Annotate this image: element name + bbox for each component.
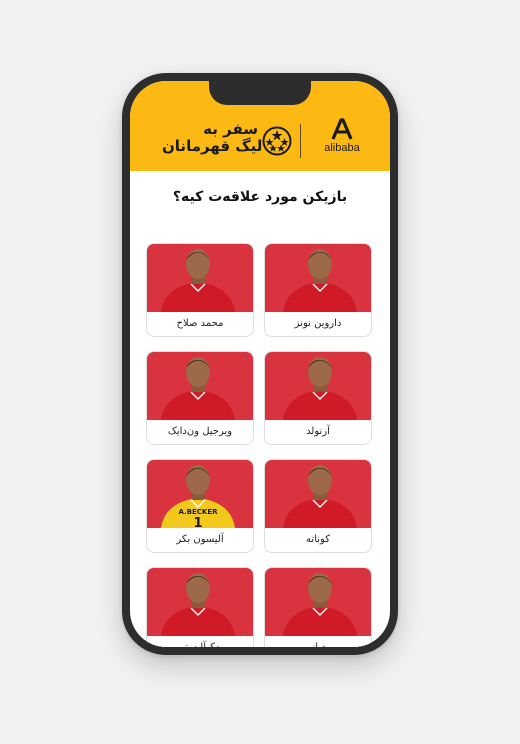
player-silhouette: A.BECKER1 [161,465,235,528]
campaign-line-1: سفر به [203,120,258,138]
player-photo [147,352,253,420]
campaign-title: سفر به لیگ قهرمانان [162,120,263,155]
player-photo [147,244,253,312]
player-card[interactable]: داروین نونز [264,243,372,337]
player-card[interactable]: کوناته [264,459,372,553]
player-silhouette [283,573,357,636]
player-photo [265,352,371,420]
player-silhouette [161,249,235,312]
phone-notch [209,81,311,105]
player-grid: داروین نونز محمد صلاح آرنولد ویرجیل ون‌دایک… [146,243,372,647]
player-photo: A.BECKER 1 [147,460,253,528]
alibaba-a-icon [331,118,353,140]
shirt-number: 1 [193,516,202,528]
player-card[interactable]: مک‌آلیستر [146,567,254,647]
header-divider [300,124,301,158]
player-card[interactable]: آرنولد [264,351,372,445]
player-card[interactable]: ویرجیل ون‌دایک [146,351,254,445]
player-silhouette [283,249,357,312]
alibaba-logo[interactable]: alibaba [318,118,366,162]
player-silhouette [161,573,235,636]
champions-league-starball-icon [262,126,292,156]
question-title: بازیکن مورد علاقه‌ت کیه؟ [172,189,348,205]
player-name: ویرجیل ون‌دایک [147,420,253,443]
phone-screen: alibaba سفر به لیگ قهرمانان بازیکن مورد … [130,81,390,647]
brand-name: alibaba [324,142,360,154]
player-name: کوناته [265,528,371,551]
player-name: آلیسون بکر [147,528,253,551]
shirt-name: A.BECKER [178,508,218,516]
player-name: محمد صلاح [147,312,253,335]
player-name: آرنولد [265,420,371,443]
player-photo [265,460,371,528]
player-silhouette [161,357,235,420]
player-photo [265,244,371,312]
player-silhouette [283,465,357,528]
player-card[interactable]: محمد صلاح [146,243,254,337]
player-name: مک‌آلیستر [147,636,253,647]
player-card[interactable]: دیاز [264,567,372,647]
player-name: داروین نونز [265,312,371,335]
player-card[interactable]: A.BECKER 1 آلیسون بکر [146,459,254,553]
player-photo [265,568,371,636]
player-silhouette [283,357,357,420]
player-photo [147,568,253,636]
phone-frame: alibaba سفر به لیگ قهرمانان بازیکن مورد … [122,73,398,655]
campaign-line-2: لیگ قهرمانان [162,137,263,155]
player-name: دیاز [265,636,371,647]
